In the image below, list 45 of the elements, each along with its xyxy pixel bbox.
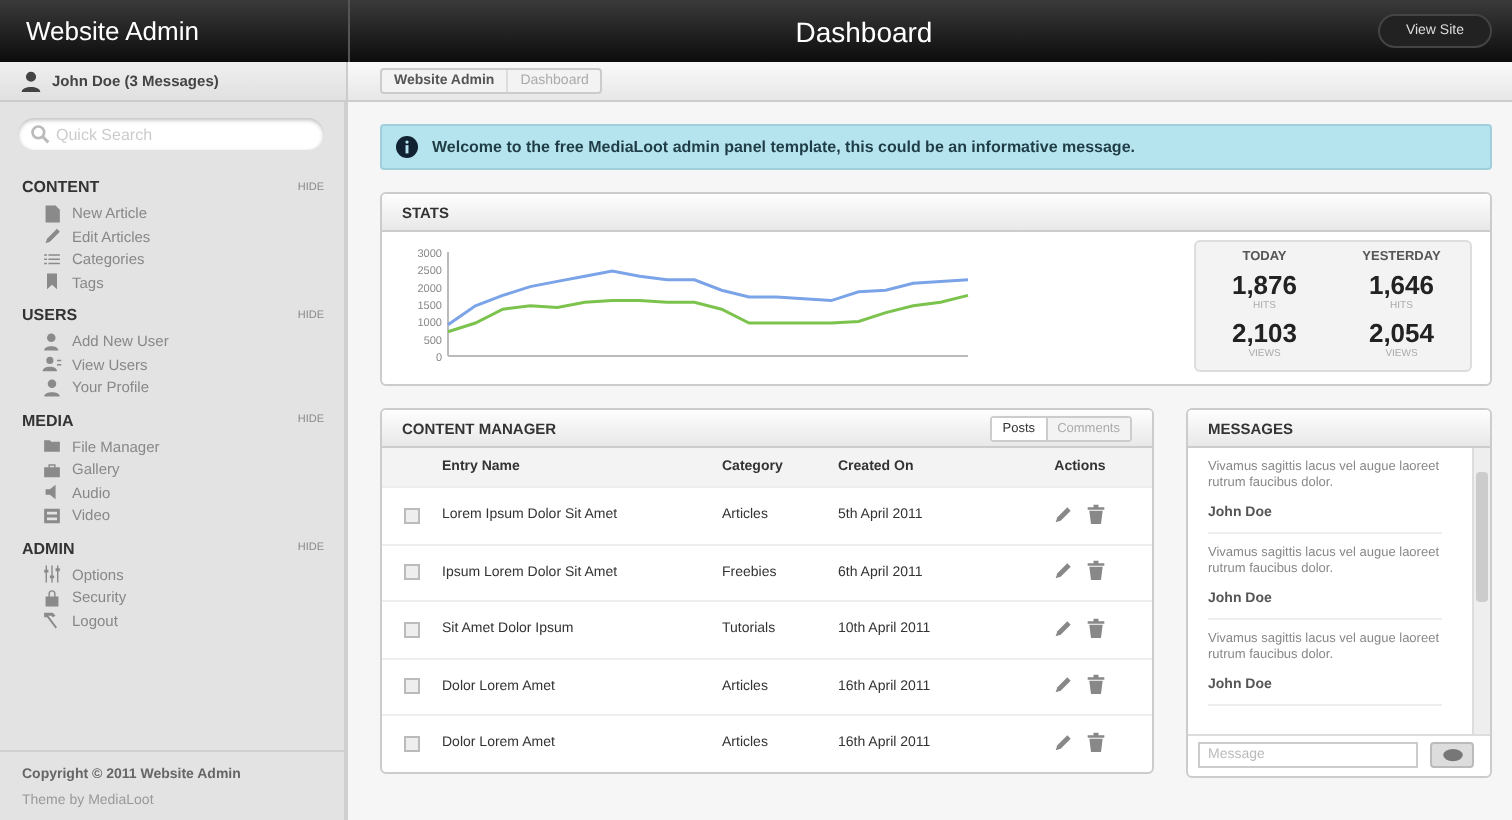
edit-icon[interactable] [1054,731,1074,752]
user-icon [20,70,42,92]
section-heading: MEDIA [22,411,74,429]
speaker-icon [42,482,62,503]
sliders-icon [42,564,62,585]
edit-icon[interactable] [1054,617,1074,638]
row-checkbox[interactable] [404,507,420,524]
trash-icon[interactable] [1086,674,1106,695]
row-checkbox[interactable] [404,678,420,695]
edit-icon[interactable] [1054,503,1074,524]
row-checkbox[interactable] [404,735,420,752]
document-icon [42,203,62,224]
speech-bubble-icon [1441,747,1463,763]
views-value: 2,054 [1368,318,1435,348]
page-title: Dashboard [793,15,935,47]
trash-icon[interactable] [1086,560,1106,581]
row-checkbox[interactable] [404,621,420,638]
section-heading: ADMIN [22,539,75,557]
send-button[interactable] [1430,742,1474,768]
edit-icon[interactable] [1054,560,1074,581]
film-icon [42,505,62,526]
trash-icon[interactable] [1086,503,1106,524]
trash-icon[interactable] [1086,731,1106,752]
scrollbar[interactable] [1472,448,1490,734]
info-message: Welcome to the free MediaLoot admin panel template, this could be an informative message. [432,138,1135,156]
pencil-icon [42,226,62,247]
section-heading: CONTENT [22,178,100,196]
folder-icon [42,436,62,457]
trash-icon[interactable] [1086,617,1106,638]
briefcase-icon [42,459,62,480]
row-checkbox[interactable] [404,564,420,581]
user-icon [42,377,62,398]
hits-value: 1,876 [1231,270,1298,300]
lock-icon [42,587,62,608]
users-icon [42,354,62,375]
user-add-icon [42,331,62,352]
search-icon [30,124,50,144]
edit-icon[interactable] [1054,674,1074,695]
bookmark-icon [42,272,62,293]
hammer-icon [42,610,62,631]
views-value: 2,103 [1231,318,1298,348]
site-title[interactable]: Website Admin [26,16,199,46]
hits-value: 1,646 [1368,270,1435,300]
info-icon [396,136,418,158]
section-heading: USERS [22,306,78,324]
